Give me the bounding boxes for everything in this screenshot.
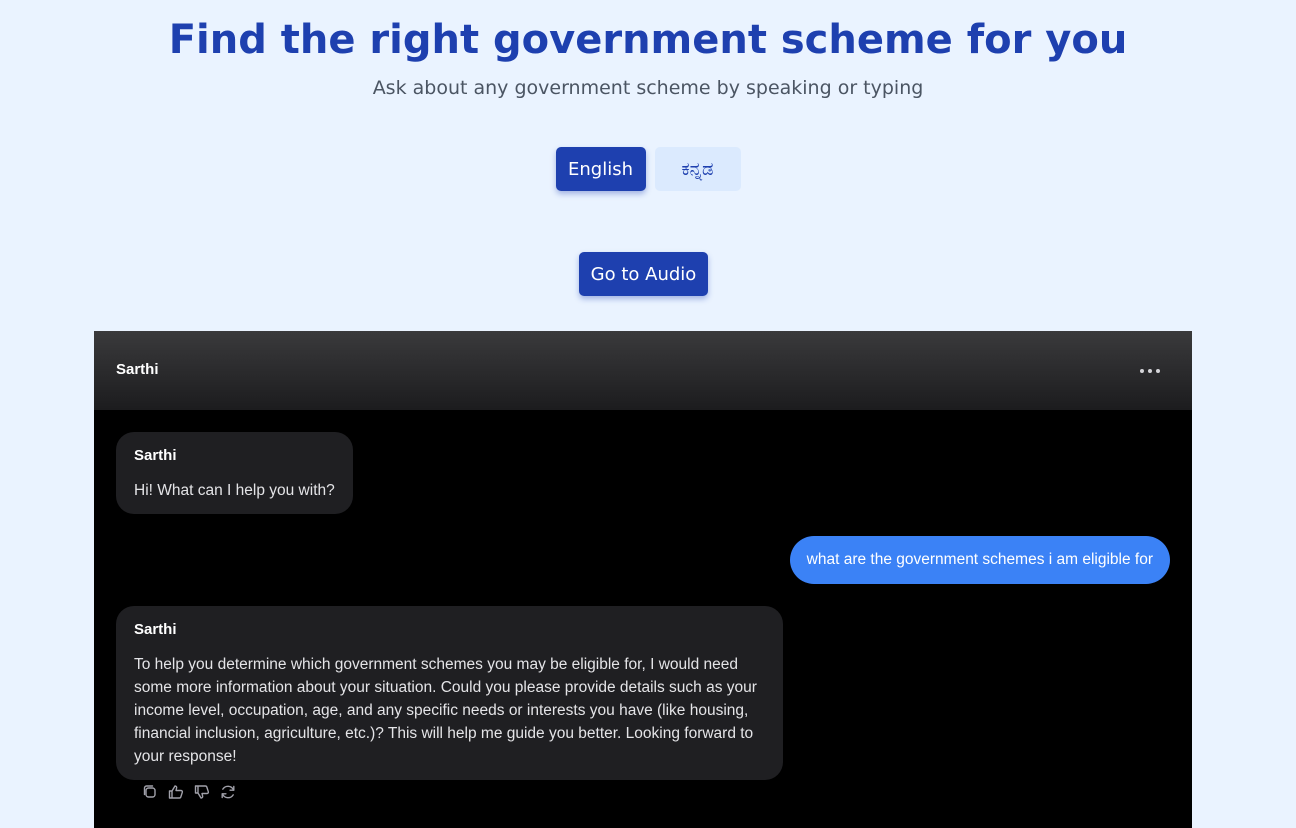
regenerate-icon[interactable] xyxy=(219,783,237,801)
language-selector: English ಕನ್ನಡ xyxy=(0,147,1296,191)
user-message: what are the government schemes i am eli… xyxy=(789,536,1170,584)
page-subtitle: Ask about any government scheme by speak… xyxy=(372,77,924,99)
menu-dot xyxy=(1140,369,1144,373)
message-actions xyxy=(141,783,237,801)
page-title: Find the right government scheme for you xyxy=(168,17,1128,63)
language-kannada-button[interactable]: ಕನ್ನಡ xyxy=(654,147,741,191)
message-sender: Sarthi xyxy=(134,621,177,638)
thumbs-up-icon[interactable] xyxy=(167,783,185,801)
message-sender: Sarthi xyxy=(134,447,177,464)
language-english-button[interactable]: English xyxy=(555,147,646,191)
copy-icon[interactable] xyxy=(141,783,159,801)
message-text: To help you determine which government s… xyxy=(134,656,757,765)
bot-message: Sarthi To help you determine which gover… xyxy=(116,606,783,780)
message-text: Hi! What can I help you with? xyxy=(134,482,335,499)
go-to-audio-button[interactable]: Go to Audio xyxy=(579,252,708,296)
thumbs-down-icon[interactable] xyxy=(193,783,211,801)
chat-window: Sarthi Sarthi Hi! What can I help you wi… xyxy=(94,331,1192,828)
chat-title: Sarthi xyxy=(116,361,159,378)
bot-message: Sarthi Hi! What can I help you with? xyxy=(116,432,353,514)
menu-dot xyxy=(1156,369,1160,373)
chat-header: Sarthi xyxy=(94,331,1192,410)
menu-dot xyxy=(1148,369,1152,373)
more-horizontal-icon[interactable] xyxy=(1140,361,1160,381)
